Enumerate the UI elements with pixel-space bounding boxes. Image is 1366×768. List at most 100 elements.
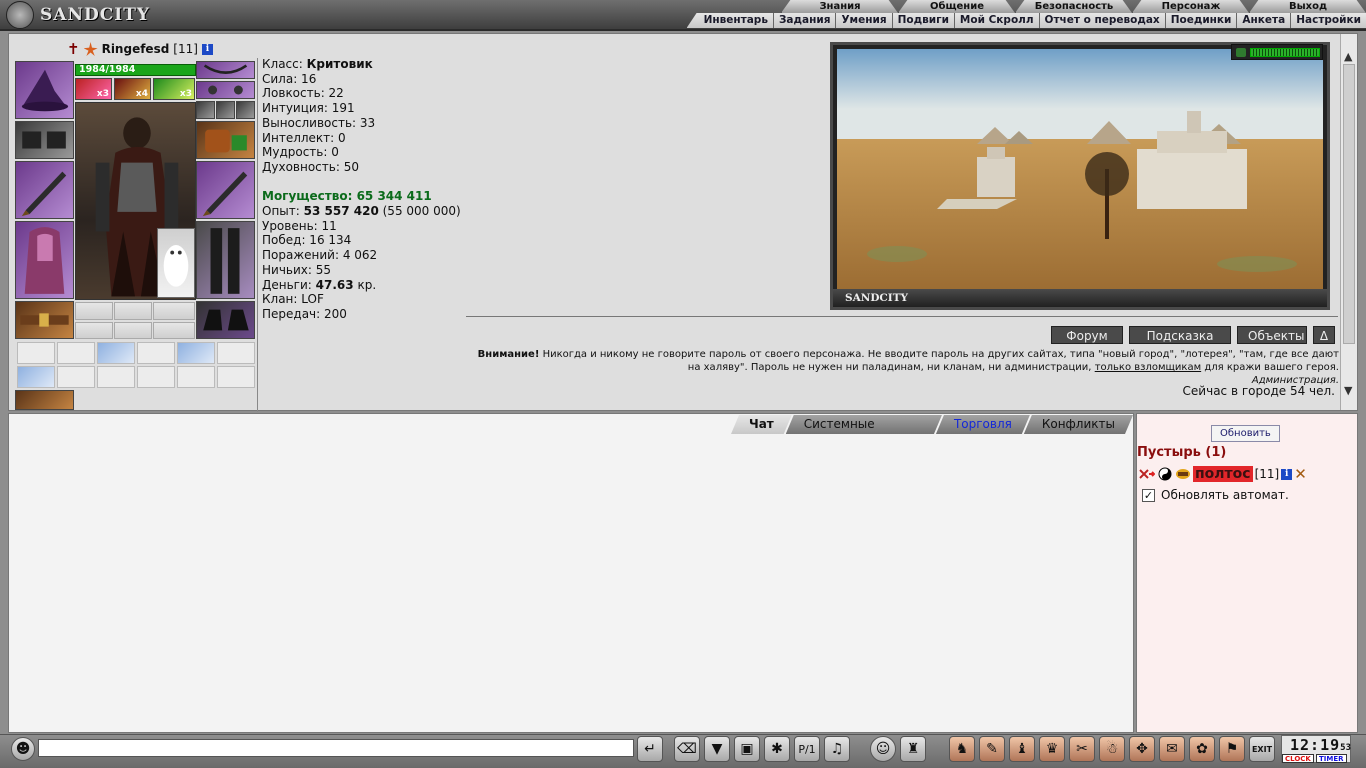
scroll-slot-3[interactable] xyxy=(97,342,135,364)
effect-slot-2[interactable]: x4 xyxy=(114,78,151,100)
chat-input[interactable] xyxy=(38,739,634,757)
nav-skills[interactable]: Умения xyxy=(836,13,893,28)
effect-slot-1[interactable]: x3 xyxy=(75,78,112,100)
nav-character[interactable]: Персонаж xyxy=(1132,0,1249,13)
scroll-thumb[interactable] xyxy=(1343,64,1355,344)
scroll-slot-6[interactable] xyxy=(217,342,255,364)
clan-banner-icon[interactable]: ♛ xyxy=(1039,736,1065,762)
nav-communication[interactable]: Общение xyxy=(898,0,1015,13)
legs-slot[interactable] xyxy=(196,221,255,299)
ring-slot-1[interactable] xyxy=(196,101,215,119)
nav-profile[interactable]: Анкета xyxy=(1237,13,1292,28)
filter-icon[interactable]: ▼ xyxy=(704,736,730,762)
tab-trade[interactable]: Торговля xyxy=(936,415,1030,434)
auto-refresh-checkbox[interactable]: ✓ xyxy=(1142,488,1155,502)
tab-conflicts[interactable]: Конфликты xyxy=(1024,415,1133,434)
nav-settings[interactable]: Настройки xyxy=(1291,13,1366,28)
nav-exit[interactable]: Выход xyxy=(1249,0,1366,13)
rune-slot-1[interactable] xyxy=(75,302,113,320)
pet-owl[interactable] xyxy=(157,228,195,298)
location-image[interactable] xyxy=(837,49,1323,289)
crossbow-slot[interactable] xyxy=(15,390,74,410)
rune-slot-4[interactable] xyxy=(75,322,113,339)
forum-button[interactable]: Форум xyxy=(1051,326,1123,344)
send-icon[interactable]: ↵ xyxy=(637,736,663,762)
tab-system-messages[interactable]: Системные сообщения xyxy=(786,415,942,434)
player-info-icon[interactable]: i xyxy=(1281,468,1293,480)
scroll-up-icon[interactable]: ▲ xyxy=(1344,50,1352,63)
scroll-slot-8[interactable] xyxy=(57,366,95,388)
pets-icon[interactable]: ✿ xyxy=(1189,736,1215,762)
compass-icon[interactable]: ✥ xyxy=(1129,736,1155,762)
effect-slot-3[interactable]: x3 xyxy=(153,78,195,100)
scroll-slot-7[interactable] xyxy=(17,366,55,388)
smiley-icon[interactable]: ☺ xyxy=(870,736,896,762)
private-icon[interactable]: P/1 xyxy=(794,736,820,762)
belt-slot[interactable] xyxy=(15,301,74,339)
nav-my-scroll[interactable]: Мой Скролл xyxy=(955,13,1040,28)
warning-link[interactable]: только взломщикам xyxy=(1095,362,1201,373)
clan-icon[interactable] xyxy=(1175,467,1191,481)
nav-feats[interactable]: Подвиги xyxy=(893,13,955,28)
helmet-icon[interactable]: ♜ xyxy=(900,736,926,762)
weapon-left-slot[interactable] xyxy=(15,161,74,219)
earrings-slot[interactable] xyxy=(196,81,255,99)
scroll-slot-2[interactable] xyxy=(57,342,95,364)
nav-security[interactable]: Безопасность xyxy=(1015,0,1132,13)
exit-icon[interactable]: EXIT xyxy=(1249,736,1275,762)
player-name[interactable]: полтос xyxy=(1193,466,1253,482)
scroll-slot-9[interactable] xyxy=(97,366,135,388)
mail-icon[interactable]: ✉ xyxy=(1159,736,1185,762)
nav-inventory[interactable]: Инвентарь xyxy=(699,13,774,28)
scroll-slot-5[interactable] xyxy=(177,342,215,364)
rune-slot-5[interactable] xyxy=(114,322,152,339)
weapon-right-slot[interactable] xyxy=(196,161,255,219)
walk-icon[interactable]: ✱ xyxy=(764,736,790,762)
battle-icon[interactable] xyxy=(1139,467,1155,481)
ring-slot-2[interactable] xyxy=(216,101,235,119)
quest-icon[interactable]: ✎ xyxy=(979,736,1005,762)
rune-slot-6[interactable] xyxy=(153,322,195,339)
rune-slot-2[interactable] xyxy=(114,302,152,320)
eraser-icon[interactable]: ⌫ xyxy=(674,736,700,762)
save-icon[interactable]: ▣ xyxy=(734,736,760,762)
nav-transfer-report[interactable]: Отчет о переводах xyxy=(1040,13,1166,28)
helmet-slot[interactable] xyxy=(15,61,74,119)
delta-button[interactable]: Δ xyxy=(1313,326,1335,344)
fighter-icon[interactable]: ♞ xyxy=(949,736,975,762)
main-scrollbar[interactable]: ▲ ▼ xyxy=(1340,34,1357,410)
scroll-slot-11[interactable] xyxy=(177,366,215,388)
refresh-button[interactable]: Обновить xyxy=(1211,425,1280,442)
clock-mode-button[interactable]: CLOCK xyxy=(1282,754,1314,763)
scroll-slot-10[interactable] xyxy=(137,366,175,388)
logo[interactable]: SANDCITY xyxy=(4,0,154,31)
bracers-slot[interactable] xyxy=(15,121,74,159)
bag-icon[interactable]: ♝ xyxy=(1009,736,1035,762)
flag-icon[interactable]: ⚑ xyxy=(1219,736,1245,762)
scroll-slot-4[interactable] xyxy=(137,342,175,364)
scroll-down-icon[interactable]: ▼ xyxy=(1344,384,1352,397)
ring-slot-3[interactable] xyxy=(236,101,255,119)
scroll-slot-12[interactable] xyxy=(217,366,255,388)
hint-button[interactable]: Подсказка xyxy=(1129,326,1231,344)
map-icon[interactable]: ✂ xyxy=(1069,736,1095,762)
nav-duels[interactable]: Поединки xyxy=(1166,13,1238,28)
sound-icon[interactable]: ♫ xyxy=(824,736,850,762)
gloves-slot[interactable] xyxy=(196,121,255,159)
rune-slot-3[interactable] xyxy=(153,302,195,320)
armor-slot[interactable] xyxy=(15,221,74,299)
nav-quests[interactable]: Задания xyxy=(774,13,837,28)
tab-chat[interactable]: Чат xyxy=(731,415,792,434)
info-icon[interactable]: i xyxy=(201,43,213,55)
chat-area[interactable]: Чат Системные сообщения Торговля Конфлик… xyxy=(8,413,1134,733)
boots-slot[interactable] xyxy=(196,301,255,339)
friends-icon[interactable]: ☃ xyxy=(1099,736,1125,762)
nav-knowledge[interactable]: Знания xyxy=(781,0,898,13)
objects-button[interactable]: Объекты xyxy=(1237,326,1307,344)
timer-mode-button[interactable]: TIMER xyxy=(1316,754,1347,763)
speak-icon[interactable]: ☻ xyxy=(11,737,35,761)
scroll-slot-1[interactable] xyxy=(17,342,55,364)
attack-icon[interactable]: ✕ xyxy=(1294,465,1307,483)
amulet-slot[interactable] xyxy=(196,61,255,79)
character-name[interactable]: Ringefesd xyxy=(102,42,170,56)
